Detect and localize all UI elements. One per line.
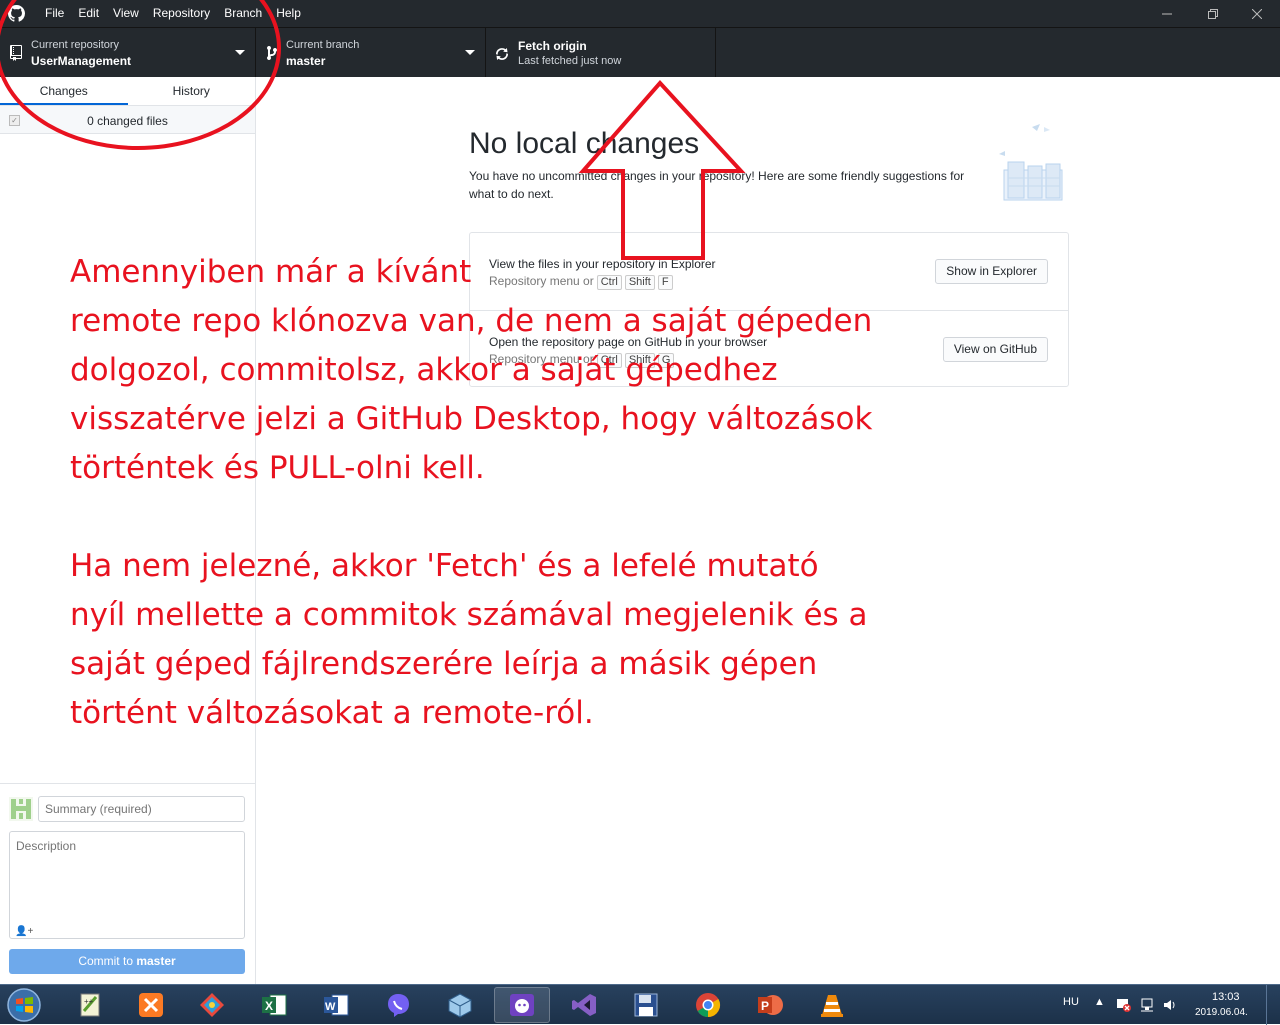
notepad-plus-plus-icon: ++: [80, 993, 100, 1017]
clock-date[interactable]: 2019.06.04.: [1195, 1007, 1248, 1018]
action-center-icon[interactable]: [1116, 997, 1132, 1013]
network-icon[interactable]: [1139, 997, 1155, 1013]
branch-label: Current branch: [286, 39, 360, 51]
viber-icon: [388, 994, 409, 1017]
taskbar: ++ X W P HU ▲ 13:03 2019.06.04.: [0, 984, 1280, 1025]
taskbar-chrome-icon[interactable]: [680, 987, 736, 1023]
taskbar-save-disk-icon[interactable]: [618, 987, 674, 1023]
menu-file[interactable]: File: [38, 0, 71, 27]
xampp-icon: [139, 993, 163, 1017]
empty-state-illustration-icon: [999, 124, 1063, 201]
commit-button-prefix: Commit to: [78, 954, 137, 968]
current-branch-dropdown[interactable]: Current branch master: [256, 28, 486, 78]
windows-start-icon[interactable]: [5, 987, 43, 1023]
taskbar-tool-icon[interactable]: [184, 987, 240, 1023]
repository-name: UserManagement: [31, 54, 132, 68]
minimize-button[interactable]: [1144, 0, 1190, 27]
main-panel: No local changes You have no uncommitted…: [256, 77, 1280, 984]
annotation-paragraph-1: Amennyiben már a kívánt remote repo klón…: [70, 254, 873, 486]
branch-icon: [267, 45, 277, 60]
menu-view[interactable]: View: [106, 0, 146, 27]
annotation-paragraph-2: Ha nem jelezné, akkor 'Fetch' és a lefel…: [70, 548, 868, 731]
current-repository-dropdown[interactable]: Current repository UserManagement: [0, 28, 256, 78]
taskbar-viber-icon[interactable]: [370, 987, 426, 1023]
commit-area: 👤+ Commit to master: [0, 783, 255, 984]
taskbar-notepad-plus-plus-icon[interactable]: ++: [62, 987, 118, 1023]
fetch-label: Fetch origin: [518, 39, 587, 53]
volume-icon[interactable]: [1162, 997, 1178, 1013]
tab-history[interactable]: History: [128, 77, 256, 105]
close-button[interactable]: [1234, 0, 1280, 27]
commit-button[interactable]: Commit to master: [9, 949, 245, 974]
fetch-origin-button[interactable]: Fetch origin Last fetched just now: [486, 28, 716, 78]
menu-help[interactable]: Help: [269, 0, 308, 27]
repository-icon: [10, 45, 22, 61]
avatar: [9, 797, 33, 821]
show-hidden-icons-icon[interactable]: ▲: [1094, 996, 1105, 1008]
repository-label: Current repository: [31, 39, 120, 51]
summary-input[interactable]: [38, 796, 245, 822]
vlc-icon: [821, 995, 843, 1017]
commit-button-branch: master: [136, 954, 176, 968]
tab-changes[interactable]: Changes: [0, 77, 128, 105]
show-in-explorer-button[interactable]: Show in Explorer: [935, 259, 1048, 284]
powerpoint-icon: P: [758, 995, 783, 1015]
chevron-down-icon: [465, 50, 475, 55]
virtualbox-icon: [448, 993, 472, 1018]
taskbar-excel-icon[interactable]: X: [246, 987, 302, 1023]
branch-name: master: [286, 54, 326, 68]
description-textarea[interactable]: [9, 831, 245, 939]
changes-header: ✓ 0 changed files: [0, 106, 255, 134]
svg-text:X: X: [265, 999, 273, 1013]
taskbar-xampp-icon[interactable]: [123, 987, 179, 1023]
save-disk-icon: [634, 993, 658, 1017]
menu-edit[interactable]: Edit: [71, 0, 106, 27]
minimize-icon: [1162, 13, 1172, 14]
visual-studio-icon: [572, 994, 596, 1016]
show-desktop-button[interactable]: [1266, 985, 1280, 1025]
page-subtitle: You have no uncommitted changes in your …: [469, 169, 965, 201]
github-logo-icon: [8, 5, 25, 22]
restore-icon: [1208, 8, 1218, 19]
svg-text:W: W: [325, 1001, 336, 1013]
github-desktop-icon: [510, 994, 534, 1016]
word-icon: W: [324, 994, 349, 1016]
close-icon: [1252, 8, 1262, 19]
chrome-icon: [696, 993, 721, 1017]
view-on-github-button[interactable]: View on GitHub: [942, 337, 1048, 362]
taskbar-word-icon[interactable]: W: [308, 987, 364, 1023]
sidebar: Changes History ✓ 0 changed files 👤+ Com…: [0, 77, 256, 984]
fetch-status: Last fetched just now: [518, 55, 622, 67]
page-title: No local changes: [469, 127, 700, 160]
language-indicator[interactable]: HU: [1063, 996, 1079, 1008]
changed-files-count: 0 changed files: [87, 114, 168, 128]
excel-icon: X: [262, 994, 287, 1016]
menu-bar: File Edit View Repository Branch Help: [38, 0, 308, 27]
taskbar-virtualbox-icon[interactable]: [432, 987, 488, 1023]
taskbar-powerpoint-icon[interactable]: P: [742, 987, 798, 1023]
svg-text:P: P: [761, 999, 769, 1013]
sync-icon: [496, 48, 508, 60]
restore-button[interactable]: [1190, 0, 1236, 27]
toolbar: Current repository UserManagement Curren…: [0, 27, 1280, 78]
menu-branch[interactable]: Branch: [217, 0, 269, 27]
menu-repository[interactable]: Repository: [146, 0, 217, 27]
chevron-down-icon: [235, 50, 245, 55]
taskbar-vlc-icon[interactable]: [804, 987, 860, 1023]
tool-icon: [200, 993, 224, 1017]
svg-text:++: ++: [84, 997, 94, 1006]
clock-time[interactable]: 13:03: [1212, 991, 1240, 1003]
title-bar: File Edit View Repository Branch Help: [0, 0, 1280, 27]
taskbar-visual-studio-icon[interactable]: [556, 987, 612, 1023]
add-coauthor-icon[interactable]: 👤+: [15, 926, 33, 937]
sidebar-tabs: Changes History: [0, 77, 255, 106]
taskbar-github-desktop-icon[interactable]: [494, 987, 550, 1023]
